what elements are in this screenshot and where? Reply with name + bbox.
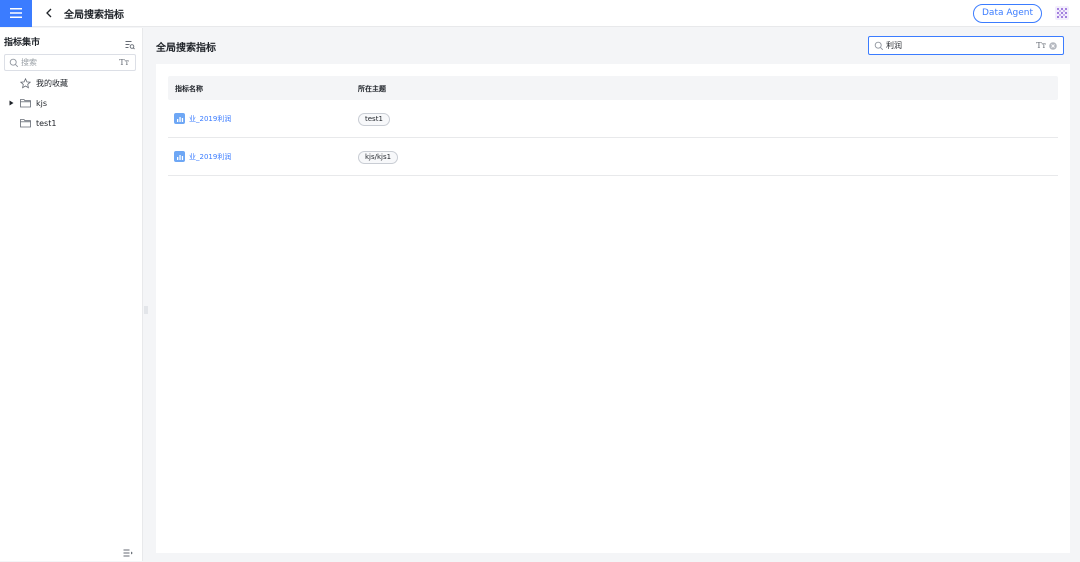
drag-handle-icon	[144, 306, 148, 314]
sidebar-list-search-button[interactable]	[125, 35, 135, 50]
sidebar-item-label: kjs	[36, 98, 48, 108]
apps-button[interactable]	[1054, 5, 1070, 21]
sidebar-collapse-button[interactable]	[123, 543, 133, 557]
collapse-sidebar-icon	[123, 549, 133, 557]
sidebar-tree: 我的收藏 kjs test1	[0, 73, 142, 133]
search-icon	[9, 58, 19, 67]
sidebar-search-input[interactable]	[19, 58, 114, 67]
global-search-box: Tт	[868, 36, 1064, 55]
top-bar: 全局搜索指标 Data Agent	[0, 0, 1080, 27]
metric-name: 业_2019利润	[189, 152, 232, 161]
expand-caret[interactable]	[6, 100, 16, 106]
topic-tag[interactable]: kjs/kjs1	[358, 151, 399, 164]
metric-icon	[176, 116, 183, 122]
table-header: 指标名称 所在主题	[168, 76, 1058, 100]
clear-icon[interactable]	[1049, 41, 1057, 50]
main-title: 全局搜索指标	[156, 43, 216, 54]
sidebar-item-label: 我的收藏	[36, 78, 68, 88]
column-header-topic: 所在主题	[358, 85, 386, 93]
case-sensitive-icon[interactable]: Tт	[1036, 41, 1046, 50]
results-panel: 指标名称 所在主题 业_2019利润 test1 业_2019利润 kjs/kj…	[156, 64, 1070, 553]
sidebar: 指标集市 Tт 我的收藏	[0, 28, 143, 561]
case-sensitive-icon[interactable]: Tт	[119, 58, 129, 67]
page-title: 全局搜索指标	[64, 9, 124, 21]
sidebar-resize-handle[interactable]	[144, 300, 148, 314]
sidebar-title: 指标集市	[4, 38, 41, 48]
sidebar-item-kjs[interactable]: kjs	[0, 93, 142, 113]
table-row: 业_2019利润 kjs/kjs1	[168, 138, 1058, 176]
sidebar-item-favorites[interactable]: 我的收藏	[0, 73, 142, 93]
list-search-icon	[125, 41, 135, 50]
sidebar-search-box: Tт	[4, 54, 136, 71]
sidebar-item-test1[interactable]: test1	[0, 113, 142, 133]
back-button[interactable]	[36, 0, 62, 27]
folder-icon	[20, 119, 31, 128]
hamburger-icon	[10, 8, 22, 18]
metric-link[interactable]: 业_2019利润	[174, 113, 231, 124]
search-icon	[874, 41, 884, 50]
metric-link[interactable]: 业_2019利润	[174, 151, 231, 162]
star-icon	[20, 77, 31, 89]
column-header-metric-name: 指标名称	[175, 85, 203, 93]
menu-button[interactable]	[0, 0, 32, 27]
grid-apps-icon	[1055, 6, 1069, 20]
global-search-input[interactable]	[884, 41, 1034, 50]
caret-right-icon	[9, 100, 13, 106]
table-row: 业_2019利润 test1	[168, 100, 1058, 138]
metric-name: 业_2019利润	[189, 114, 232, 123]
data-agent-button[interactable]: Data Agent	[973, 4, 1042, 23]
sidebar-item-label: test1	[36, 118, 57, 128]
chevron-left-icon	[46, 8, 52, 18]
topic-tag[interactable]: test1	[358, 113, 390, 126]
metric-icon	[176, 154, 183, 160]
folder-icon	[20, 99, 31, 108]
